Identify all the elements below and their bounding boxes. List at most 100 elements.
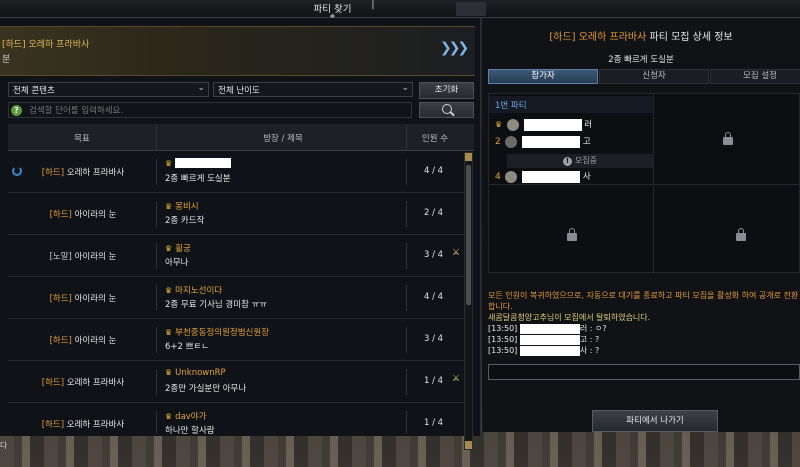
row-leader: ♛ UnknownRP: [165, 368, 226, 378]
table-row[interactable]: [노말] 아이라의 눈 ♛ 휠궁 아무나 3 / 4 ⚔: [8, 235, 464, 277]
table-header: 목표 방장 / 제목 인원 수: [8, 124, 474, 151]
row-goal-name: 오레하 프라바사: [66, 420, 125, 430]
row-divider: [156, 327, 157, 353]
chat-input[interactable]: [488, 364, 800, 380]
leader-crown-icon: ♛: [165, 244, 173, 253]
leader-crown-icon: ♛: [165, 328, 173, 337]
tab-applicants[interactable]: 신청자: [599, 69, 709, 84]
featured-banner[interactable]: [하드] 오레하 프라바사 분 ❯❯❯: [0, 26, 475, 76]
member-index: 4: [495, 172, 501, 182]
row-difficulty: [하드]: [41, 420, 65, 430]
sword-icon: ⚔: [452, 248, 461, 258]
leave-party-button[interactable]: 파티에서 나가기: [592, 410, 718, 432]
redacted-name: [175, 158, 232, 168]
row-goal: [하드] 아이라의 눈: [8, 334, 158, 346]
banner-arrows-icon[interactable]: ❯❯❯: [440, 40, 469, 56]
tab-participants[interactable]: 참가자: [488, 69, 598, 84]
row-leader: ♛ dav야가: [165, 410, 206, 422]
lock-icon: [567, 228, 577, 242]
table-row[interactable]: [하드] 오레하 프라바사 ♛ 2종 빠르게 도실분 4 / 4: [8, 151, 464, 193]
lock-icon: [736, 228, 746, 242]
redacted-name: [519, 345, 580, 356]
leader-crown-icon: ♛: [495, 120, 503, 129]
difficulty-filter-dropdown[interactable]: 전체 난이도 ⌄: [213, 82, 413, 97]
header-count: 인원 수: [421, 134, 449, 144]
chat-line: [13:50] 고 : ?: [488, 334, 800, 345]
chevron-down-icon: ⌄: [401, 83, 409, 93]
difficulty-filter-value: 전체 난이도: [218, 86, 260, 96]
leader-crown-icon: ♛: [165, 158, 173, 168]
chat-time: [13:50]: [488, 346, 518, 355]
scroll-thumb[interactable]: [466, 165, 471, 305]
reset-button[interactable]: 초기화: [419, 82, 474, 99]
row-difficulty: [하드]: [41, 168, 65, 178]
row-goal: [하드] 아이라의 눈: [8, 292, 158, 304]
header-divider: [156, 124, 157, 151]
row-count: 4 / 4: [423, 166, 444, 176]
recruiting-label: 모집중: [574, 156, 598, 165]
chat-text: 사 : ?: [579, 346, 600, 355]
detail-tabs: 참가자 신청자 모집 설정: [488, 69, 800, 84]
header-marker-icon: ▎: [372, 0, 379, 10]
row-count: 3 / 4: [423, 334, 444, 344]
search-button[interactable]: [419, 102, 474, 118]
content-filter-value: 전체 콘텐츠: [13, 86, 55, 96]
row-goal-name: 아이라의 눈: [74, 336, 117, 346]
chat-system-message: 모든 인원이 복귀하였으므로, 자동으로 대기를 종료하고 파티 모집을 활성화…: [488, 291, 799, 311]
party-list-panel: [하드] 오레하 프라바사 분 ❯❯❯ 전체 콘텐츠 ⌄ 전체 난이도 ⌄ 초기…: [0, 18, 481, 450]
class-icon: [505, 135, 518, 148]
row-divider: [156, 369, 157, 395]
row-title: 2종 무료 기사님 경미참 ㅠㅠ: [165, 300, 268, 310]
row-divider: [156, 159, 157, 185]
class-icon: [506, 118, 519, 131]
chat-text: 러 : ㅇ?: [579, 324, 607, 333]
row-title: 2종만 가실분만 아무나: [165, 384, 247, 394]
slot-divider: [653, 94, 654, 274]
row-goal-name: 아이라의 눈: [74, 210, 117, 220]
content-filter-dropdown[interactable]: 전체 콘텐츠 ⌄: [8, 82, 209, 97]
row-title: 6+2 쁘ㅌㄴ: [165, 342, 210, 352]
help-icon[interactable]: ?: [11, 105, 22, 116]
table-row[interactable]: [하드] 아이라의 눈 ♛ 몽비시 2종 카드작 2 / 4: [8, 193, 464, 235]
row-difficulty: [노말]: [49, 252, 72, 262]
search-input[interactable]: [29, 104, 399, 117]
leader-crown-icon: ♛: [165, 412, 173, 421]
row-leader: ♛ 마지노선이다: [165, 284, 222, 296]
row-divider: [156, 285, 157, 311]
scroll-up-button[interactable]: [465, 153, 472, 161]
table-row[interactable]: [하드] 오레하 프라바사 ♛ UnknownRP 2종만 가실분만 아무나 1 / 4…: [8, 361, 464, 403]
party-title: 2종 빠르게 도실분: [608, 55, 674, 65]
chat-leave-notice: 새콤달콤청양고추님이 모집에서 탈퇴하였습니다.: [488, 313, 651, 322]
table-row[interactable]: [하드] 오레하 프라바사 ♛ dav야가 하나만 할사람 1 / 4: [8, 403, 464, 434]
redacted-name: [519, 334, 580, 345]
row-title: 2종 카드작: [165, 216, 205, 226]
row-leader: ♛ 휠궁: [165, 242, 191, 254]
leader-crown-icon: ♛: [165, 202, 173, 211]
bottom-left-marker: 다: [0, 441, 8, 450]
member-index: 2: [495, 137, 501, 147]
party-1-label: 1번 파티: [489, 96, 653, 113]
slot-divider: [489, 184, 800, 185]
row-leader-name: dav야가: [175, 412, 207, 422]
row-leader-name: 부천중동정의원정범신원장: [175, 328, 270, 338]
redacted-name: [523, 118, 582, 131]
row-count: 2 / 4: [423, 208, 444, 218]
table-row[interactable]: [하드] 아이라의 눈 ♛ 부천중동정의원정범신원장 6+2 쁘ㅌㄴ 3 / 4: [8, 319, 464, 361]
party-member[interactable]: 2 고: [495, 135, 591, 149]
sword-icon: ⚔: [452, 374, 461, 384]
class-icon: [505, 170, 518, 183]
table-row[interactable]: [하드] 아이라의 눈 ♛ 마지노선이다 2종 무료 기사님 경미참 ㅠㅠ 4 / 4: [8, 277, 464, 319]
banner-subtitle: 분: [2, 55, 11, 65]
row-leader-name: 휠궁: [175, 244, 191, 254]
party-member[interactable]: ♛ 러: [495, 118, 592, 132]
row-leader: ♛ 몽비시: [165, 200, 199, 212]
row-title: 아무나: [165, 258, 189, 268]
list-scrollbar[interactable]: [464, 152, 473, 450]
chat-line: [13:50] 러 : ㅇ?: [488, 323, 800, 334]
scroll-down-button[interactable]: [465, 441, 472, 449]
tab-recruit-settings[interactable]: 모집 설정: [710, 69, 800, 84]
row-count: 4 / 4: [423, 292, 444, 302]
chat-text: 고 : ?: [579, 335, 600, 344]
party-member[interactable]: 4 사: [495, 170, 591, 184]
row-goal-name: 아이라의 눈: [74, 252, 117, 262]
